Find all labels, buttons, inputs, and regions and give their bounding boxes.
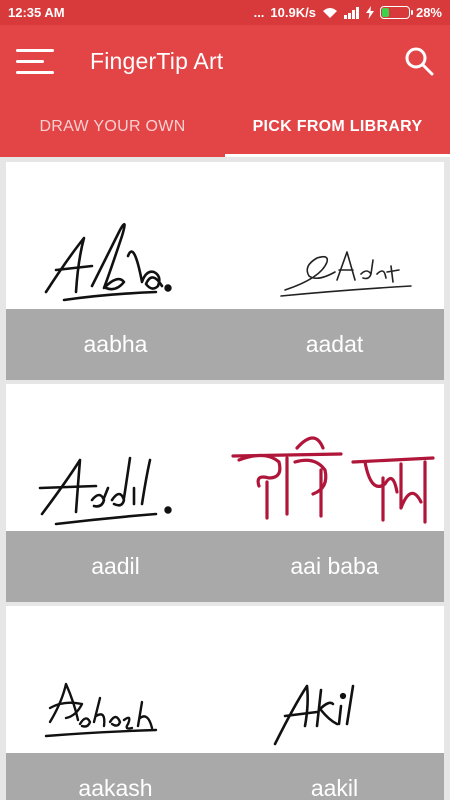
signature-card-aadat[interactable]: aadat xyxy=(225,162,444,380)
network-speed: 10.9K/s xyxy=(270,5,316,20)
wifi-icon xyxy=(322,7,337,18)
signature-image xyxy=(273,684,355,746)
signature-image xyxy=(44,222,172,302)
signature-label-bar: aadat xyxy=(225,309,444,380)
signature-library-grid: aabha aadat aadil aai baba aakash aakil xyxy=(6,162,444,800)
signature-card-aakil[interactable]: aakil xyxy=(225,606,444,800)
battery-fill xyxy=(381,8,390,17)
status-bar: 12:35 AM ... 10.9K/s 28% xyxy=(0,0,450,25)
app-bar: FingerTip Art xyxy=(0,25,450,97)
library-row: aakash aakil xyxy=(6,606,444,800)
signature-name: aadil xyxy=(91,553,140,579)
signature-image xyxy=(280,251,412,297)
signature-label-bar: aai baba xyxy=(225,531,444,602)
status-indicators: ... 10.9K/s 28% xyxy=(254,5,442,20)
charging-icon xyxy=(365,6,374,19)
signature-card-aakash[interactable]: aakash xyxy=(6,606,225,800)
status-time: 12:35 AM xyxy=(8,5,65,20)
signature-image xyxy=(231,436,435,524)
signature-card-aai-baba[interactable]: aai baba xyxy=(225,384,444,602)
signature-image xyxy=(44,682,158,738)
signature-card-aabha[interactable]: aabha xyxy=(6,162,225,380)
notification-dots: ... xyxy=(253,5,265,20)
signature-label-bar: aakash xyxy=(6,753,225,800)
hamburger-menu-icon[interactable] xyxy=(16,46,56,76)
signature-card-aadil[interactable]: aadil xyxy=(6,384,225,602)
tab-draw-your-own[interactable]: DRAW YOUR OWN xyxy=(0,97,225,157)
signature-label-bar: aakil xyxy=(225,753,444,800)
signature-label-bar: aadil xyxy=(6,531,225,602)
signature-name: aai baba xyxy=(290,553,379,579)
signature-image xyxy=(38,456,172,526)
library-row: aabha aadat xyxy=(6,162,444,380)
signature-name: aabha xyxy=(83,331,148,357)
tab-pick-from-library[interactable]: PICK FROM LIBRARY xyxy=(225,97,450,157)
battery-icon xyxy=(379,6,413,19)
library-row: aadil aai baba xyxy=(6,384,444,602)
app-title: FingerTip Art xyxy=(90,47,224,74)
signature-name: aakash xyxy=(78,775,153,800)
battery-percent: 28% xyxy=(415,5,442,20)
signature-name: aakil xyxy=(310,775,359,800)
signature-name: aadat xyxy=(305,331,364,357)
tab-bar: DRAW YOUR OWN PICK FROM LIBRARY xyxy=(0,97,450,157)
signature-label-bar: aabha xyxy=(6,309,225,380)
signal-icon xyxy=(343,6,359,19)
search-icon[interactable] xyxy=(404,46,434,76)
